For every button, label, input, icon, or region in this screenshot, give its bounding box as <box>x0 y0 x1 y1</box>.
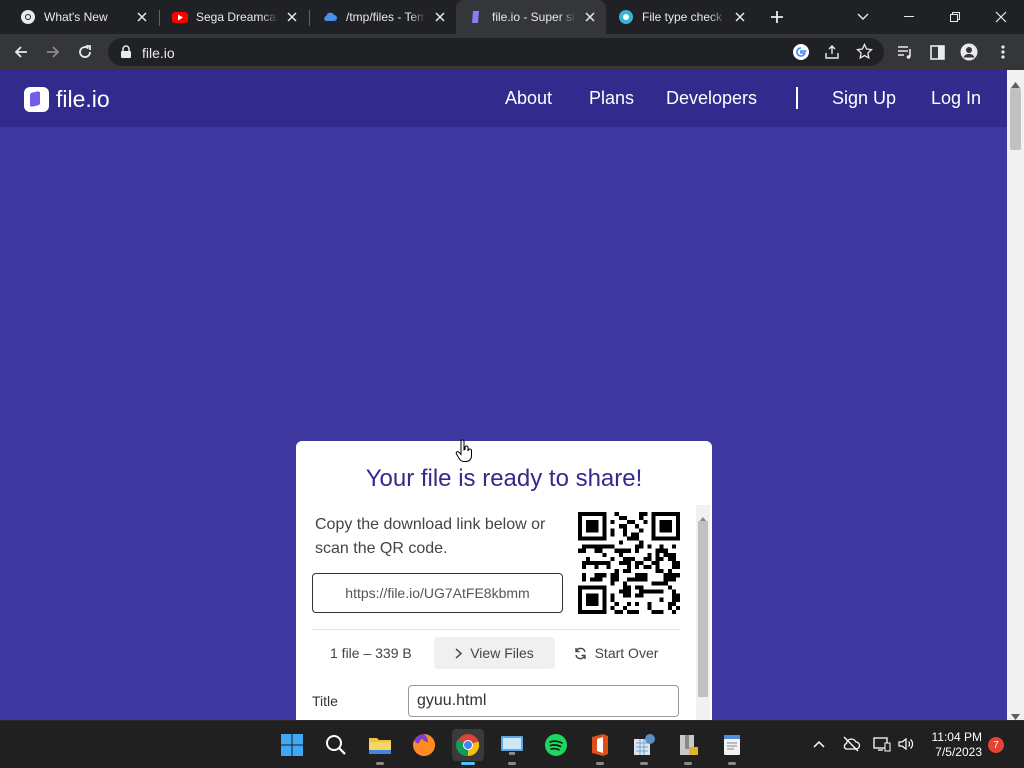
url-text: file.io <box>142 45 175 61</box>
running-indicator <box>596 762 604 765</box>
nav-plans[interactable]: Plans <box>589 88 634 109</box>
nav-log-in[interactable]: Log In <box>931 88 981 109</box>
file-explorer-icon[interactable] <box>364 729 396 765</box>
restore-icon[interactable] <box>932 0 978 34</box>
system-clock[interactable]: 11:04 PM 7/5/2023 <box>922 730 982 760</box>
card-description: Copy the download link below or scan the… <box>315 516 546 557</box>
card-divider <box>312 629 680 630</box>
fileio-logo-icon <box>24 86 49 112</box>
tab-file-type-check[interactable]: File type check <box>606 0 756 34</box>
clock-date: 7/5/2023 <box>935 745 982 759</box>
tab-tmp-files[interactable]: /tmp/files - Tem <box>310 0 456 34</box>
hand-cursor-icon <box>455 439 473 463</box>
new-tab-button[interactable] <box>766 6 788 28</box>
brand-name: file.io <box>56 85 110 112</box>
share-card: Your file is ready to share! Copy the do… <box>296 441 712 720</box>
refresh-icon <box>574 647 587 660</box>
tab-title: file.io - Super sim <box>492 10 576 24</box>
page-scrollbar[interactable] <box>1007 70 1024 720</box>
close-window-icon[interactable] <box>978 0 1024 34</box>
back-arrow-icon[interactable] <box>8 39 34 65</box>
view-files-button[interactable]: View Files <box>434 637 555 669</box>
view-files-label: View Files <box>470 645 534 661</box>
start-over-button[interactable]: Start Over <box>566 637 666 669</box>
card-title: Your file is ready to share! <box>365 465 643 492</box>
close-tab-icon[interactable] <box>582 9 598 25</box>
site-header: file.io About Plans Developers Sign Up L… <box>0 70 1007 127</box>
tab-title: Sega Dreamcast <box>196 10 278 24</box>
running-indicator <box>508 762 516 765</box>
page-viewport: file.io About Plans Developers Sign Up L… <box>0 70 1024 720</box>
google-icon[interactable] <box>792 43 810 66</box>
tab-title: /tmp/files - Tem <box>346 10 426 24</box>
network-icon[interactable] <box>871 733 893 755</box>
forward-arrow-icon[interactable] <box>40 39 66 65</box>
close-tab-icon[interactable] <box>432 9 448 25</box>
qr-code <box>578 512 680 614</box>
bookmark-star-icon[interactable] <box>856 42 873 65</box>
nav-developers[interactable]: Developers <box>666 88 757 109</box>
checker-icon <box>618 9 634 25</box>
brand-logo-link[interactable]: file.io <box>24 86 110 112</box>
tab-title: What's New <box>44 10 108 24</box>
profile-icon[interactable] <box>956 39 982 65</box>
menu-kebab-icon[interactable] <box>990 39 1016 65</box>
download-link-field[interactable]: https://file.io/UG7AtFE8kbmm <box>312 573 563 613</box>
nav-about[interactable]: About <box>505 88 552 109</box>
page-scroll-thumb[interactable] <box>1010 88 1021 150</box>
running-indicator <box>376 762 384 765</box>
media-queue-icon[interactable] <box>892 39 918 65</box>
close-tab-icon[interactable] <box>732 9 748 25</box>
title-label: Title <box>312 693 338 709</box>
reload-icon[interactable] <box>72 39 98 65</box>
running-indicator <box>461 762 475 765</box>
clock-time: 11:04 PM <box>931 730 982 744</box>
close-tab-icon[interactable] <box>284 9 300 25</box>
tab-search-icon[interactable] <box>840 0 886 34</box>
windows-start-icon[interactable] <box>276 729 308 761</box>
running-indicator <box>684 762 692 765</box>
side-panel-icon[interactable] <box>924 39 950 65</box>
office-icon[interactable] <box>584 729 616 765</box>
close-tab-icon[interactable] <box>134 9 150 25</box>
remote-desktop-icon[interactable] <box>496 729 528 765</box>
tab-whats-new[interactable]: What's New <box>8 0 158 34</box>
spotify-icon[interactable] <box>540 729 572 761</box>
browser-toolbar: file.io <box>0 34 1024 70</box>
card-scroll-thumb[interactable] <box>698 521 708 697</box>
tab-sega-dreamcast[interactable]: Sega Dreamcast <box>160 0 308 34</box>
youtube-icon <box>172 9 188 25</box>
running-indicator <box>640 762 648 765</box>
tab-strip: What's New Sega Dreamcast /tmp/files - T… <box>0 0 1024 34</box>
volume-icon[interactable] <box>895 733 917 755</box>
firefox-icon[interactable] <box>408 729 440 761</box>
running-indicator <box>728 762 736 765</box>
minimize-icon[interactable] <box>886 0 932 34</box>
search-icon[interactable] <box>320 729 352 761</box>
address-bar[interactable]: file.io <box>108 38 884 66</box>
cloud-icon <box>322 9 338 25</box>
fileio-icon <box>468 9 484 25</box>
notification-badge[interactable]: 7 <box>988 737 1004 753</box>
archive-lock-icon[interactable] <box>672 729 704 765</box>
chrome-icon <box>20 9 36 25</box>
chrome-taskbar-icon[interactable] <box>452 729 484 765</box>
chevron-right-icon <box>455 647 463 659</box>
tab-title: File type check <box>642 10 723 24</box>
title-input[interactable] <box>408 685 679 717</box>
file-info: 1 file – 339 B <box>330 645 412 661</box>
nav-sign-up[interactable]: Sign Up <box>832 88 896 109</box>
onedrive-offline-icon[interactable] <box>840 733 862 755</box>
show-hidden-icons-chevron-icon[interactable] <box>808 733 830 755</box>
tab-fileio[interactable]: file.io - Super sim <box>456 0 606 34</box>
notepad-icon[interactable] <box>716 729 748 765</box>
share-icon[interactable] <box>824 44 840 65</box>
start-over-label: Start Over <box>594 645 659 661</box>
card-scrollbar[interactable] <box>696 505 710 720</box>
nav-divider <box>796 87 798 109</box>
scroll-down-arrow-icon[interactable] <box>1011 707 1020 720</box>
windows-taskbar: 11:04 PM 7/5/2023 7 <box>0 720 1024 768</box>
network-share-icon[interactable] <box>628 729 660 765</box>
lock-icon[interactable] <box>120 45 132 64</box>
